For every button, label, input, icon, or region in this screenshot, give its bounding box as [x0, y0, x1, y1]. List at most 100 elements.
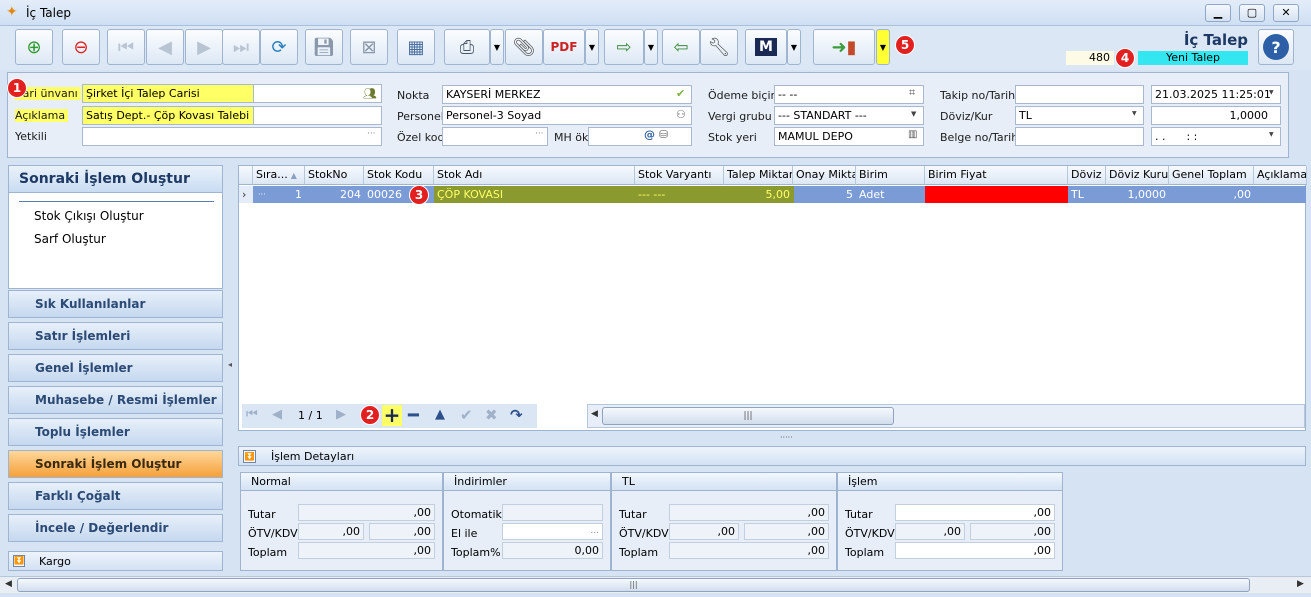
doviz-select[interactable]: TL	[1015, 106, 1144, 125]
odeme-input[interactable]: -- --	[774, 85, 924, 104]
splitter-handle[interactable]: ◂	[228, 360, 232, 369]
menu-farkli-cogalt[interactable]: Farklı Çoğalt	[8, 482, 223, 510]
attachment-button[interactable]: 📎︎	[505, 29, 543, 65]
grid-horizontal-scrollbar[interactable]: ◀ |||	[587, 404, 1305, 428]
cancel-icon[interactable]: ✖	[485, 406, 498, 424]
cell-birim: Adet	[859, 188, 885, 201]
annotation-badge-5: 5	[895, 35, 915, 55]
remove-row-icon[interactable]: ━	[408, 405, 419, 426]
save-button[interactable]: 💾︎	[305, 29, 343, 65]
column-header-stokadi[interactable]: Stok Adı	[434, 166, 635, 185]
column-header-stokno[interactable]: StokNo	[305, 166, 364, 185]
help-button[interactable]: ?	[1258, 29, 1294, 65]
scroll-right-icon[interactable]: ▶	[1297, 579, 1304, 589]
import-button[interactable]: ⇦	[662, 29, 700, 65]
confirm-icon[interactable]: ✔	[460, 406, 473, 424]
add-row-icon[interactable]: +	[382, 405, 402, 426]
details-toggle-bar[interactable]: ⏬ İşlem Detayları	[238, 446, 1306, 466]
minimize-button[interactable]: ▁	[1205, 4, 1231, 22]
personel-input[interactable]: Personel-3 Soyad	[442, 106, 692, 125]
exit-button[interactable]: ➜▮	[813, 29, 875, 65]
window-scroll-thumb[interactable]: |||	[17, 578, 1250, 592]
print-button[interactable]: ⎙	[444, 29, 490, 65]
yetkili-input[interactable]	[82, 127, 382, 146]
previous-record-button[interactable]: ◀	[146, 29, 184, 65]
menu-sik-kullanilanlar[interactable]: Sık Kullanılanlar	[8, 290, 223, 318]
column-header-kur[interactable]: Döviz Kuru	[1106, 166, 1169, 185]
kargo-section[interactable]: ⏬ Kargo	[8, 551, 223, 571]
section-normal: Normal Tutar ,00 ÖTV/KDV ,00 ,00 Toplam …	[240, 472, 443, 571]
column-header-birim[interactable]: Birim	[856, 166, 925, 185]
new-document-button[interactable]: ⊕	[15, 29, 53, 65]
scroll-left-icon[interactable]: ◀	[5, 579, 12, 589]
menu-genel-islemler[interactable]: Genel İşlemler	[8, 354, 223, 382]
ozelkod-input[interactable]	[442, 127, 548, 146]
preview-button[interactable]: ▦	[397, 29, 435, 65]
column-header-aciklama[interactable]: Açıklama	[1254, 166, 1307, 185]
aciklama-input-extension[interactable]	[253, 106, 382, 125]
belge-date-input[interactable]: . . : :	[1151, 127, 1281, 146]
action-sarf[interactable]: Sarf Oluştur	[34, 232, 106, 246]
next-record-button[interactable]: ▶	[185, 29, 223, 65]
window-horizontal-scrollbar[interactable]: ◀ ||| ▶	[0, 576, 1311, 593]
column-header-stokkodu[interactable]: Stok Kodu	[364, 166, 434, 185]
delete-document-button[interactable]: ⊖	[62, 29, 100, 65]
action-stok-cikisi[interactable]: Stok Çıkışı Oluştur	[34, 209, 144, 223]
column-header-varyant[interactable]: Stok Varyantı	[635, 166, 724, 185]
m-logo-icon: M	[755, 38, 777, 56]
contact-icon: ⛁	[659, 128, 669, 141]
column-header-onay[interactable]: Onay Miktar	[793, 166, 856, 185]
splitter-grip[interactable]: ·····	[780, 433, 793, 442]
pdf-export-button[interactable]: PDF	[543, 29, 585, 65]
first-record-button[interactable]: ⏮	[107, 29, 145, 65]
prev-page-icon[interactable]: ◀	[272, 407, 282, 422]
exit-door-icon: ➜▮	[831, 36, 857, 58]
move-up-icon[interactable]: ▲	[435, 407, 445, 422]
islem-toplam-label: Toplam	[845, 546, 885, 559]
cari-lookup-button[interactable]: 👥︎	[253, 84, 382, 103]
kur-input[interactable]: 1,0000	[1151, 106, 1281, 125]
aciklama-input[interactable]: Satış Dept.- Çöp Kovası Talebi	[82, 106, 254, 125]
redo-icon[interactable]: ↷	[510, 406, 523, 424]
islem-toplam-input[interactable]: ,00	[895, 542, 1055, 559]
menu-sonraki-islem[interactable]: Sonraki İşlem Oluştur	[8, 450, 223, 478]
menu-satir-islemleri[interactable]: Satır İşlemleri	[8, 322, 223, 350]
menu-toplu-islemler[interactable]: Toplu İşlemler	[8, 418, 223, 446]
export-dropdown[interactable]: ▼	[644, 29, 658, 65]
scroll-left-icon[interactable]: ◀	[591, 409, 598, 419]
vergi-select[interactable]: --- STANDART ---	[774, 106, 924, 125]
column-header-sira[interactable]: Sıra... ▲	[253, 166, 305, 185]
last-record-button[interactable]: ⏭	[222, 29, 260, 65]
column-header-talep[interactable]: Talep Miktar	[724, 166, 793, 185]
takip-input[interactable]	[1015, 85, 1144, 104]
column-header-toplam[interactable]: Genel Toplam	[1169, 166, 1254, 185]
print-dropdown[interactable]: ▼	[490, 29, 504, 65]
islem-tutar-input[interactable]: ,00	[895, 504, 1055, 521]
cari-input[interactable]: Şirket İçi Talep Carisi	[82, 84, 254, 103]
pdf-dropdown[interactable]: ▼	[585, 29, 599, 65]
next-page-icon[interactable]: ▶	[336, 407, 346, 422]
nokta-input[interactable]: KAYSERİ MERKEZ	[442, 85, 692, 104]
exit-dropdown[interactable]: ▼	[876, 29, 890, 65]
column-header-fiyat[interactable]: Birim Fiyat	[925, 166, 1068, 185]
belge-input[interactable]	[1015, 127, 1144, 146]
maximize-button[interactable]: ▢	[1239, 4, 1265, 22]
tools-button[interactable]: 🔧︎	[700, 29, 738, 65]
stokyeri-input[interactable]: MAMUL DEPO	[774, 127, 924, 146]
elile-input[interactable]: ...	[502, 523, 603, 540]
refresh-button[interactable]: ⟳	[260, 29, 298, 65]
menu-incele[interactable]: İncele / Değerlendir	[8, 514, 223, 542]
takip-date-input[interactable]: 21.03.2025 11:25:01	[1151, 85, 1281, 104]
export-button[interactable]: ⇨	[604, 29, 644, 65]
column-header-doviz[interactable]: Döviz	[1068, 166, 1106, 185]
scroll-thumb[interactable]: |||	[602, 407, 894, 425]
module-button[interactable]: M	[745, 29, 787, 65]
normal-toplam-label: Toplam	[248, 546, 288, 559]
menu-muhasebe[interactable]: Muhasebe / Resmi İşlemler	[8, 386, 223, 414]
mhok-input[interactable]	[588, 127, 692, 146]
first-page-icon[interactable]: ⏮	[246, 407, 258, 422]
save-close-button[interactable]: ⊠	[350, 29, 388, 65]
close-button[interactable]: ✕	[1273, 4, 1299, 22]
module-dropdown[interactable]: ▼	[787, 29, 801, 65]
cell-fiyat[interactable]	[925, 186, 1068, 203]
